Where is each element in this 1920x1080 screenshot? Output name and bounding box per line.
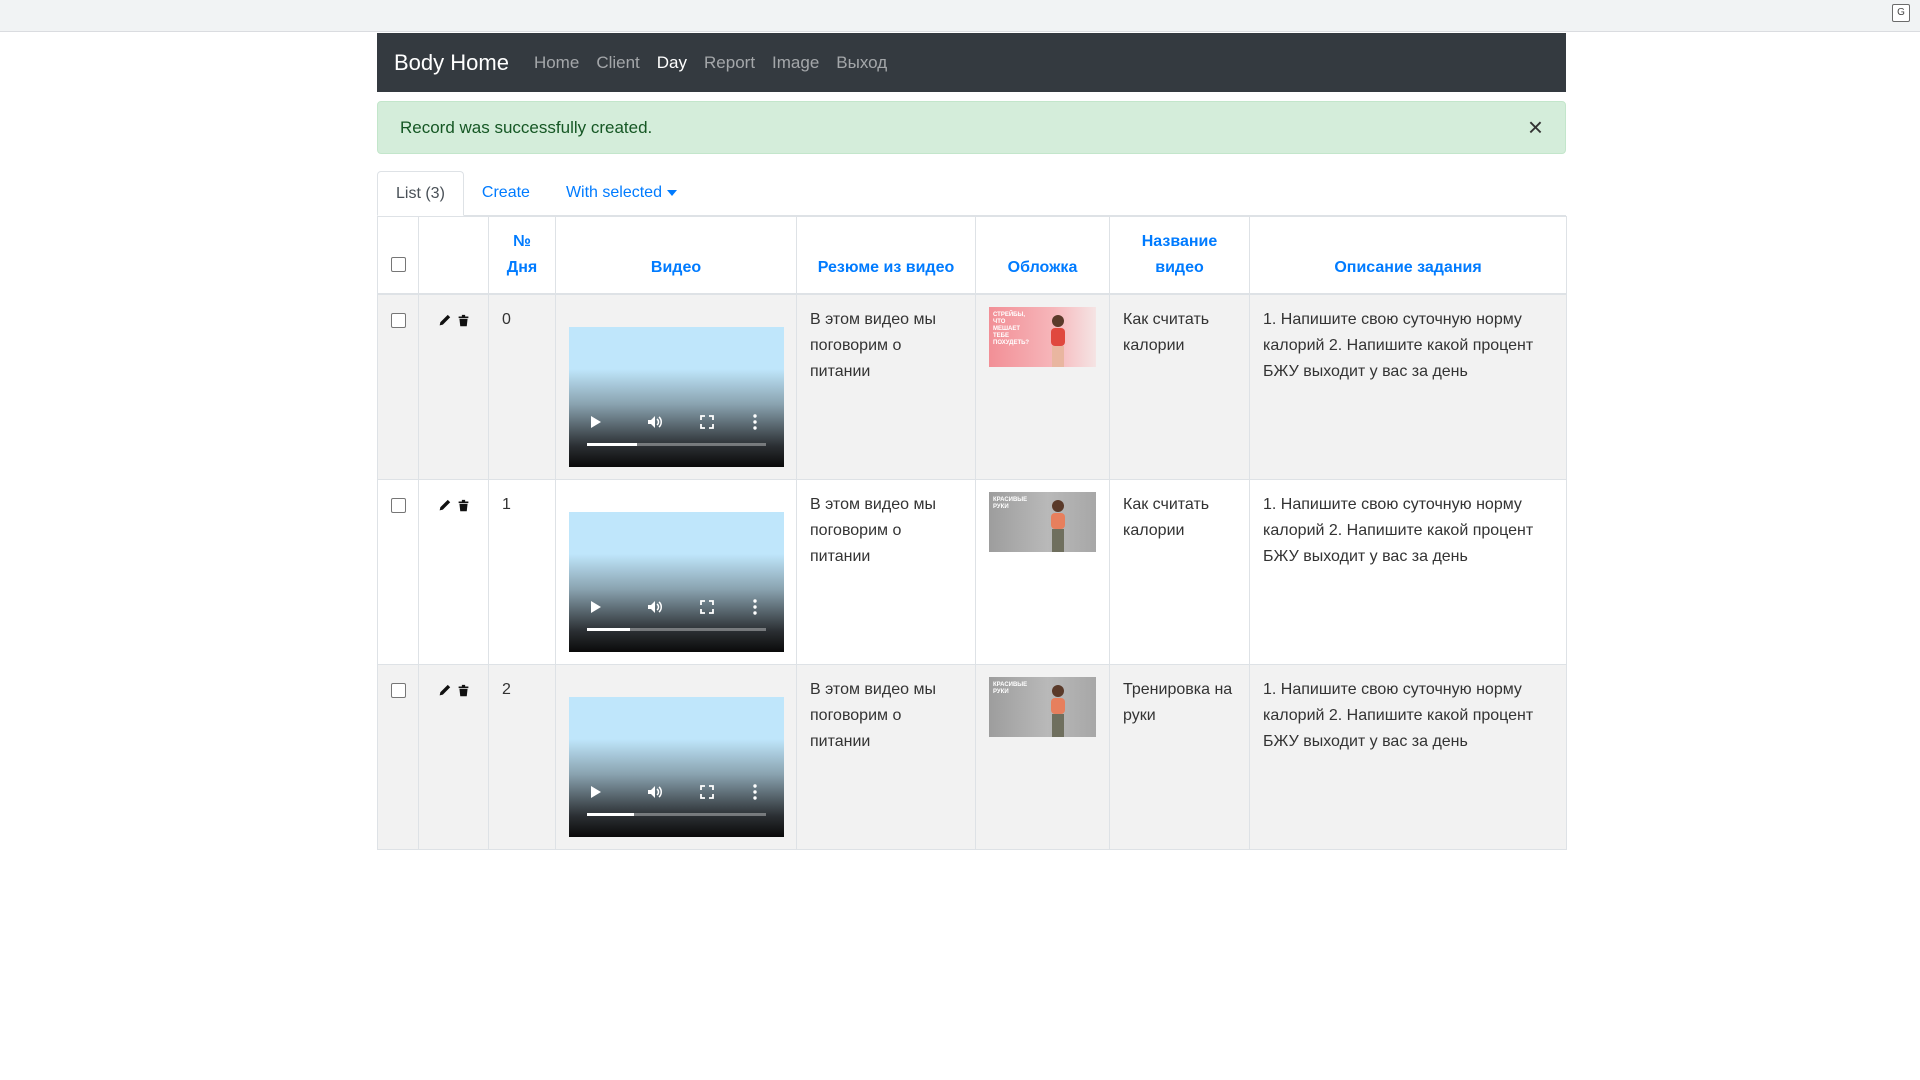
sort-video-link[interactable]: Видео <box>651 259 701 276</box>
cover-image: КРАСИВЫЕ РУКИ <box>989 677 1096 737</box>
header-day: № Дня <box>488 216 556 295</box>
trash-icon[interactable] <box>457 313 470 328</box>
cover-image: СТРЕЙБЫ, ЧТО МЕШАЕТ ТЕБЕ ПОХУДЕТЬ? <box>989 307 1096 367</box>
nav-link-client[interactable]: Client <box>596 53 639 73</box>
row-day-cell: 0 <box>488 293 556 480</box>
success-alert: Record was successfully created. × <box>377 101 1566 154</box>
row-cover-cell: КРАСИВЫЕ РУКИ <box>975 479 1110 665</box>
table-header-row: № Дня Видео Резюме из видео Обложка Назв… <box>377 216 1567 295</box>
row-day-cell: 1 <box>488 479 556 665</box>
tab-with-selected[interactable]: With selected <box>548 171 695 215</box>
row-video-cell <box>555 293 797 480</box>
video-progress-bar[interactable] <box>587 628 766 631</box>
volume-icon[interactable] <box>647 415 663 429</box>
with-selected-label: With selected <box>565 184 662 201</box>
row-cover-cell: СТРЕЙБЫ, ЧТО МЕШАЕТ ТЕБЕ ПОХУДЕТЬ? <box>975 293 1110 480</box>
table-row: 1 В этом видео мы поговорим о питании КР… <box>377 479 1567 665</box>
row-actions-cell <box>418 293 489 480</box>
nav-link-image[interactable]: Image <box>772 53 819 73</box>
table-row: 0 В этом видео мы поговорим о питании СТ… <box>377 293 1567 480</box>
row-title-cell: Как считать калории <box>1109 479 1250 665</box>
chevron-down-icon <box>666 190 677 196</box>
more-vert-icon[interactable] <box>753 414 757 430</box>
tab-list[interactable]: List (3) <box>377 171 464 216</box>
sort-task-link[interactable]: Описание задания <box>1334 259 1481 276</box>
fullscreen-icon[interactable] <box>700 600 714 614</box>
header-title: Название видео <box>1109 216 1250 295</box>
row-day-cell: 2 <box>488 664 556 850</box>
more-vert-icon[interactable] <box>753 599 757 615</box>
row-select-cell <box>377 664 419 850</box>
sort-cover-link[interactable]: Обложка <box>1008 259 1078 276</box>
pencil-icon[interactable] <box>438 683 451 698</box>
navbar: Body Home Home Client Day Report Image В… <box>377 33 1566 92</box>
row-title-cell: Тренировка на руки <box>1109 664 1250 850</box>
header-video: Видео <box>555 216 797 295</box>
row-cover-cell: КРАСИВЫЕ РУКИ <box>975 664 1110 850</box>
header-actions <box>418 216 489 295</box>
row-actions-cell <box>418 479 489 665</box>
header-cover: Обложка <box>975 216 1110 295</box>
row-task-cell: 1. Напишите свою суточную норму калорий … <box>1249 293 1567 480</box>
close-icon[interactable]: × <box>1528 114 1543 140</box>
video-player[interactable] <box>569 697 784 837</box>
row-summary-cell: В этом видео мы поговорим о питании <box>796 479 976 665</box>
row-video-cell <box>555 664 797 850</box>
page-container: Body Home Home Client Day Report Image В… <box>377 33 1567 850</box>
row-select-cell <box>377 293 419 480</box>
row-actions-cell <box>418 664 489 850</box>
days-table: № Дня Видео Резюме из видео Обложка Назв… <box>377 216 1567 850</box>
header-summary: Резюме из видео <box>796 216 976 295</box>
play-icon[interactable] <box>591 601 601 613</box>
play-icon[interactable] <box>591 416 601 428</box>
nav-link-home[interactable]: Home <box>534 53 579 73</box>
header-task: Описание задания <box>1249 216 1567 295</box>
translate-icon[interactable]: G <box>1892 4 1910 22</box>
video-progress-bar[interactable] <box>587 443 766 446</box>
navbar-brand[interactable]: Body Home <box>394 50 509 76</box>
trash-icon[interactable] <box>457 498 470 513</box>
row-select-cell <box>377 479 419 665</box>
video-progress-bar[interactable] <box>587 813 766 816</box>
video-player[interactable] <box>569 512 784 652</box>
play-icon[interactable] <box>591 786 601 798</box>
row-summary-cell: В этом видео мы поговорим о питании <box>796 293 976 480</box>
fullscreen-icon[interactable] <box>700 785 714 799</box>
more-vert-icon[interactable] <box>753 784 757 800</box>
volume-icon[interactable] <box>647 600 663 614</box>
pencil-icon[interactable] <box>438 313 451 328</box>
browser-top-strip: G <box>0 0 1920 32</box>
table-row: 2 В этом видео мы поговорим о питании КР… <box>377 664 1567 850</box>
pencil-icon[interactable] <box>438 498 451 513</box>
row-video-cell <box>555 479 797 665</box>
row-checkbox[interactable] <box>391 313 406 328</box>
sort-summary-link[interactable]: Резюме из видео <box>818 259 955 276</box>
sort-title-link[interactable]: Название видео <box>1142 233 1218 276</box>
nav-link-logout[interactable]: Выход <box>836 53 887 73</box>
row-checkbox[interactable] <box>391 683 406 698</box>
header-select-all <box>377 216 419 295</box>
alert-message: Record was successfully created. <box>400 117 653 137</box>
row-task-cell: 1. Напишите свою суточную норму калорий … <box>1249 479 1567 665</box>
video-player[interactable] <box>569 327 784 467</box>
volume-icon[interactable] <box>647 785 663 799</box>
row-checkbox[interactable] <box>391 498 406 513</box>
row-summary-cell: В этом видео мы поговорим о питании <box>796 664 976 850</box>
nav-link-day[interactable]: Day <box>657 53 687 73</box>
trash-icon[interactable] <box>457 683 470 698</box>
row-title-cell: Как считать калории <box>1109 293 1250 480</box>
sort-day-link[interactable]: № Дня <box>507 233 537 276</box>
tab-create[interactable]: Create <box>464 171 548 215</box>
select-all-checkbox[interactable] <box>391 257 406 272</box>
row-task-cell: 1. Напишите свою суточную норму калорий … <box>1249 664 1567 850</box>
fullscreen-icon[interactable] <box>700 415 714 429</box>
tab-bar: List (3) Create With selected <box>377 171 1566 216</box>
cover-image: КРАСИВЫЕ РУКИ <box>989 492 1096 552</box>
nav-link-report[interactable]: Report <box>704 53 755 73</box>
